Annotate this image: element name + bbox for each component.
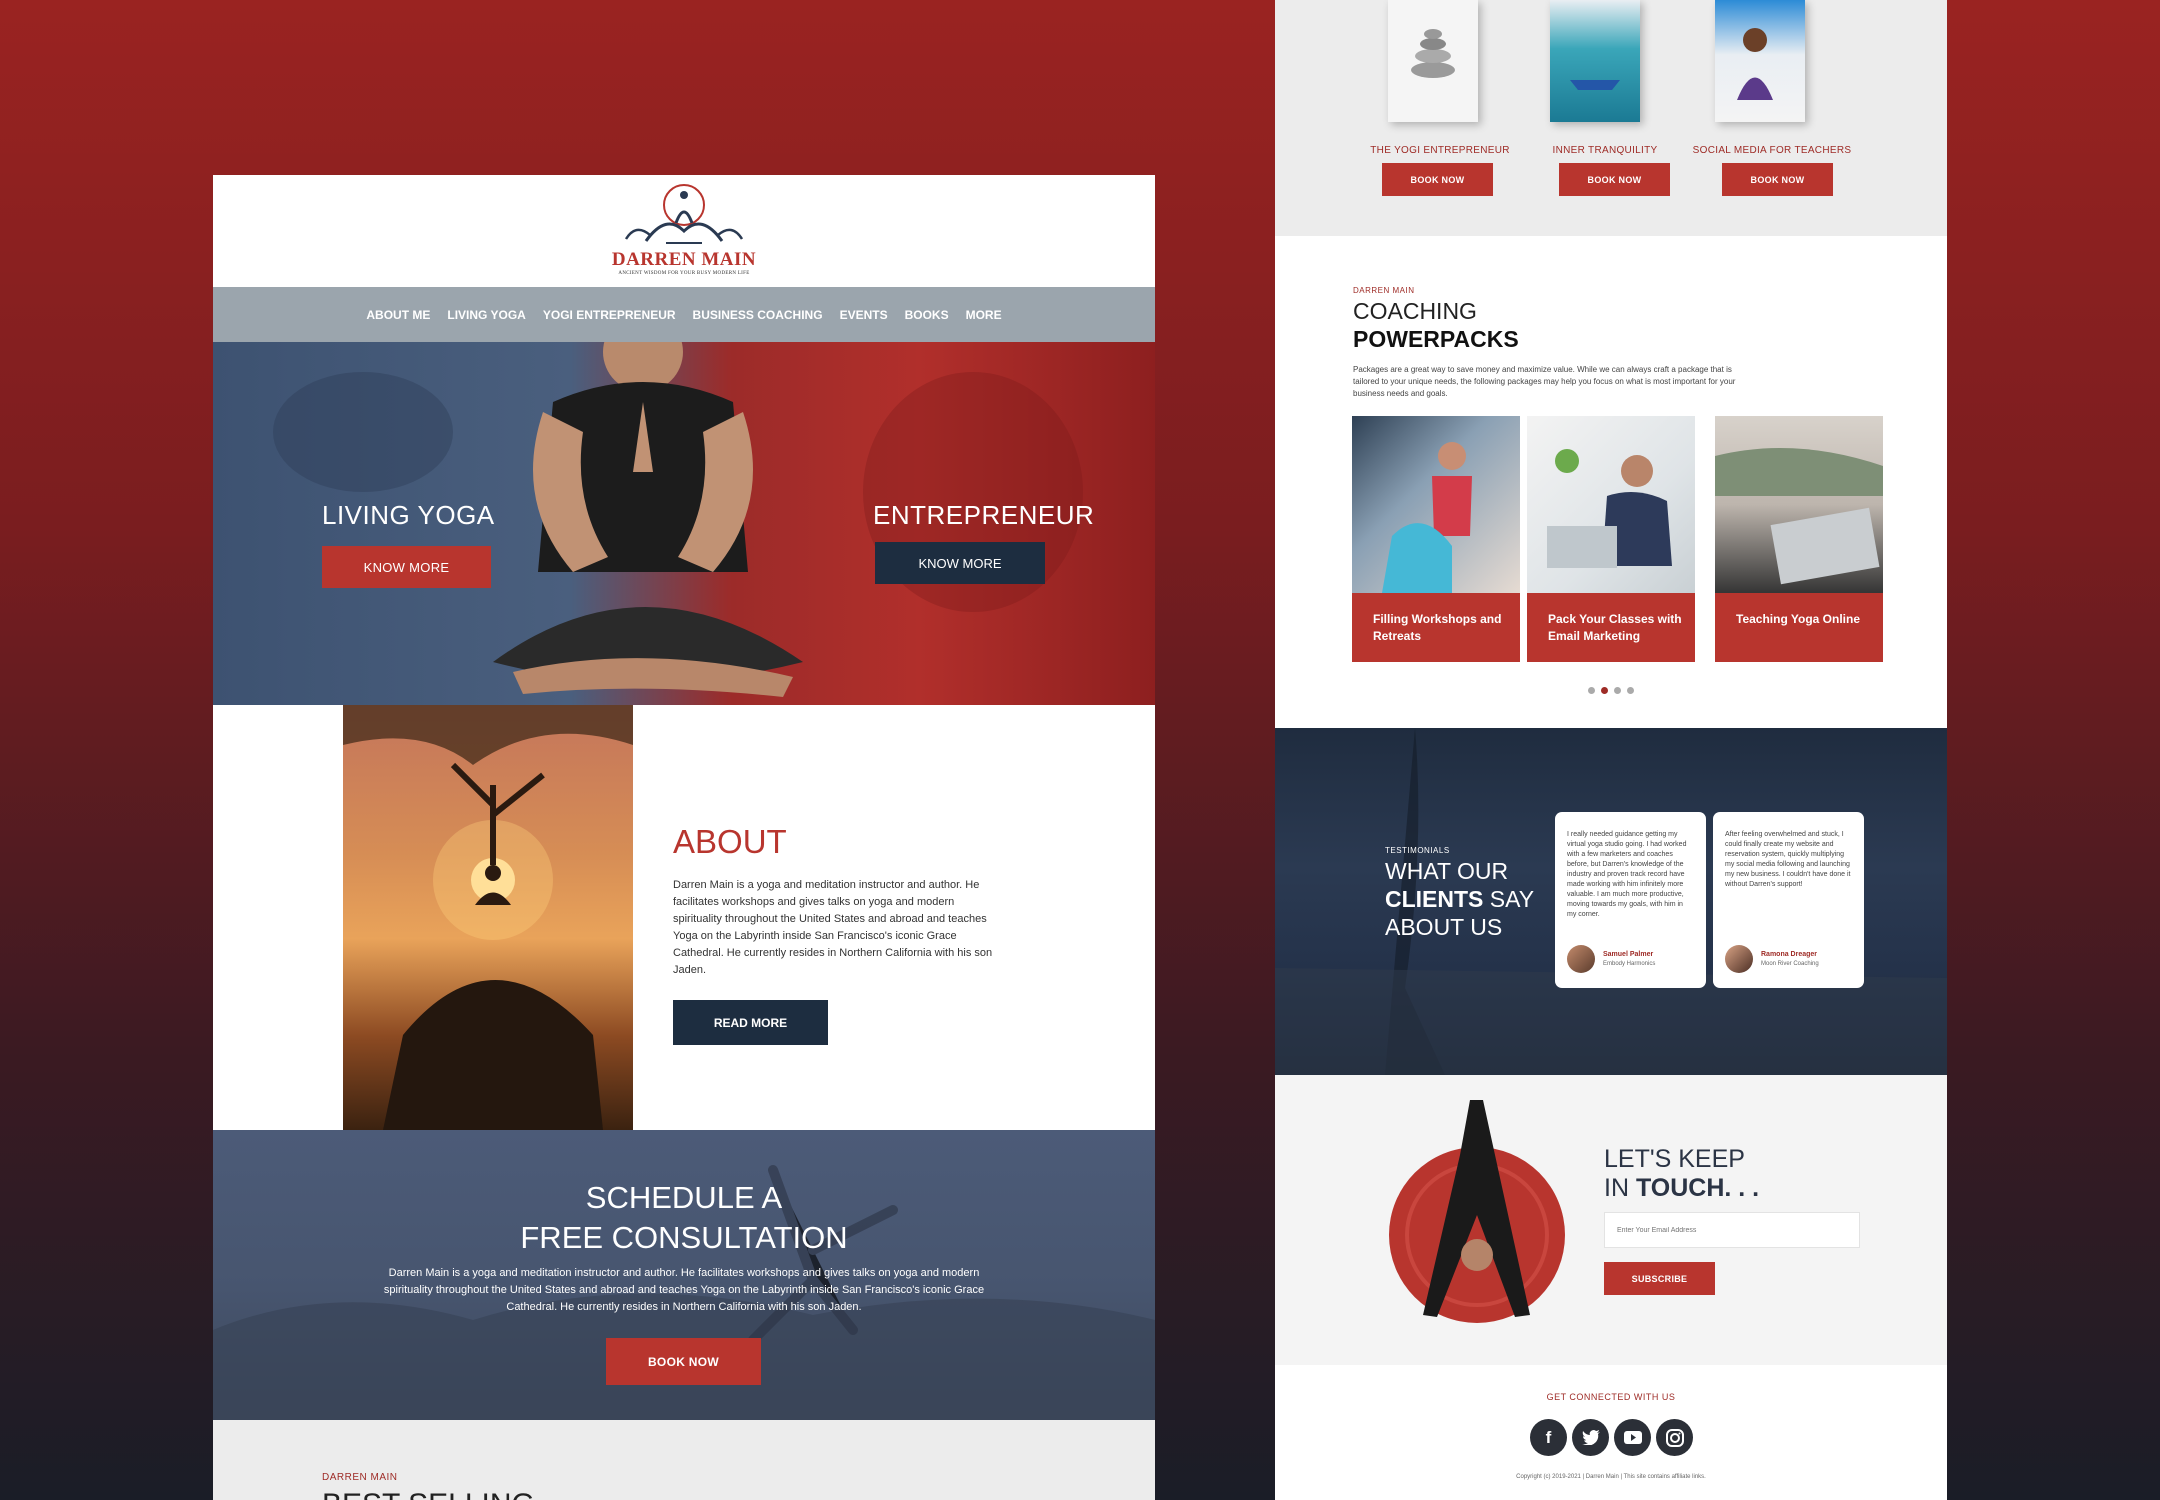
testimonials-eyebrow: TESTIMONIALS xyxy=(1385,846,1450,855)
yoga-pose-circle-image xyxy=(1389,1100,1565,1323)
consultation-section: SCHEDULE A FREE CONSULTATION Darren Main… xyxy=(213,1130,1155,1420)
site-header: DARREN MAIN ANCIENT WISDOM FOR YOUR BUSY… xyxy=(213,175,1155,287)
consultation-title-line1: SCHEDULE A xyxy=(585,1180,783,1215)
newsletter-title-line1: LET'S KEEP xyxy=(1604,1145,1745,1173)
testimonials-title-line1: WHAT OUR xyxy=(1385,858,1509,884)
best-selling-title: BEST SELLING xyxy=(322,1488,535,1500)
entrepreneur-know-more-button[interactable]: KNOW MORE xyxy=(875,542,1045,584)
coaching-section: DARREN MAIN COACHING POWERPACKS Packages… xyxy=(1275,236,1947,728)
best-selling-eyebrow: DARREN MAIN xyxy=(322,1472,398,1483)
consultation-book-now-button[interactable]: BOOK NOW xyxy=(606,1338,761,1385)
testimonial-company: Embody Harmonics xyxy=(1603,961,1656,967)
consultation-title-line2: FREE CONSULTATION xyxy=(520,1220,848,1255)
footer-heading: GET CONNECTED WITH US xyxy=(1546,1392,1676,1402)
main-nav: ABOUT ME LIVING YOGA YOGI ENTREPRENEUR B… xyxy=(213,287,1155,342)
carousel-dot[interactable] xyxy=(1588,687,1595,694)
nav-item-business-coaching[interactable]: BUSINESS COACHING xyxy=(693,308,823,322)
book-label-social-media: SOCIAL MEDIA FOR TEACHERS xyxy=(1692,145,1852,156)
carousel-dot[interactable] xyxy=(1627,687,1634,694)
testimonial-company: Moon River Coaching xyxy=(1761,961,1819,967)
logo-tagline: ANCIENT WISDOM FOR YOUR BUSY MODERN LIFE xyxy=(618,271,750,276)
newsletter-title-line2: IN TOUCH. . . xyxy=(1604,1174,1759,1203)
coaching-card-caption: Filling Workshops and Retreats xyxy=(1352,593,1520,662)
about-text: Darren Main is a yoga and meditation ins… xyxy=(673,879,993,976)
book-cover-yogi-entrepreneur[interactable] xyxy=(1388,0,1478,122)
carousel-dot[interactable] xyxy=(1614,687,1621,694)
logo-name: DARREN MAIN xyxy=(611,249,757,270)
teaching-online-image xyxy=(1715,416,1883,593)
subscribe-button[interactable]: SUBSCRIBE xyxy=(1604,1262,1715,1295)
consultation-text: Darren Main is a yoga and meditation ins… xyxy=(383,1267,985,1313)
nav-item-events[interactable]: EVENTS xyxy=(840,308,888,322)
testimonial-avatar xyxy=(1725,945,1753,973)
read-more-button[interactable]: READ MORE xyxy=(673,1000,828,1045)
coaching-eyebrow: DARREN MAIN xyxy=(1353,286,1415,295)
lotus-logo-icon xyxy=(624,184,744,244)
coaching-text: Packages are a great way to save money a… xyxy=(1353,365,1736,398)
book-label-inner-tranquility: INNER TRANQUILITY xyxy=(1552,145,1658,156)
book-label-yogi-entrepreneur: THE YOGI ENTREPRENEUR xyxy=(1370,145,1510,156)
testimonial-card: I really needed guidance getting my virt… xyxy=(1555,812,1706,988)
coaching-card-workshops[interactable]: Filling Workshops and Retreats xyxy=(1352,416,1520,662)
nav-item-yogi-entrepreneur[interactable]: YOGI ENTREPRENEUR xyxy=(543,308,676,322)
coaching-card-caption: Teaching Yoga Online xyxy=(1715,593,1883,662)
homepage-preview: DARREN MAIN ANCIENT WISDOM FOR YOUR BUSY… xyxy=(213,175,1155,1500)
testimonial-quote: After feeling overwhelmed and stuck, I c… xyxy=(1725,831,1851,888)
newsletter-section: LET'S KEEP IN TOUCH. . . SUBSCRIBE xyxy=(1275,1075,1947,1365)
facebook-icon[interactable]: f xyxy=(1530,1419,1567,1456)
about-title: ABOUT xyxy=(673,823,787,860)
testimonials-title-line2-rest: SAY xyxy=(1483,886,1535,912)
hero-entrepreneur-title: ENTREPRENEUR xyxy=(873,500,1095,530)
newsletter-title: LET'S KEEP IN TOUCH. . . xyxy=(1604,1145,1759,1203)
testimonial-quote: I really needed guidance getting my virt… xyxy=(1567,831,1687,918)
newsletter-title-in: IN xyxy=(1604,1174,1636,1202)
book-now-button-inner-tranquility[interactable]: BOOK NOW xyxy=(1559,163,1670,196)
site-logo[interactable]: DARREN MAIN ANCIENT WISDOM FOR YOUR BUSY… xyxy=(606,183,762,279)
testimonials-title-line3: ABOUT US xyxy=(1385,914,1503,940)
book-now-button-social-media[interactable]: BOOK NOW xyxy=(1722,163,1833,196)
book-now-button-yogi-entrepreneur[interactable]: BOOK NOW xyxy=(1382,163,1493,196)
email-marketing-image xyxy=(1527,416,1695,593)
site-footer: GET CONNECTED WITH US f Copyright (c) 20… xyxy=(1275,1365,1947,1500)
workshops-image xyxy=(1352,416,1520,593)
living-yoga-know-more-button[interactable]: KNOW MORE xyxy=(322,546,491,588)
nav-item-about-me[interactable]: ABOUT ME xyxy=(366,308,430,322)
hero-living-yoga-title: LIVING YOGA xyxy=(322,500,495,530)
testimonials-title-line2: CLIENTS SAY xyxy=(1385,885,1534,913)
email-input[interactable] xyxy=(1604,1212,1860,1248)
nav-item-living-yoga[interactable]: LIVING YOGA xyxy=(447,308,525,322)
newsletter-title-bold: TOUCH. . . xyxy=(1635,1174,1760,1202)
nav-item-more[interactable]: MORE xyxy=(966,308,1002,322)
nav-item-books[interactable]: BOOKS xyxy=(905,308,949,322)
testimonials-title: WHAT OUR CLIENTS SAY ABOUT US xyxy=(1385,857,1534,941)
about-section: ABOUT Darren Main is a yoga and meditati… xyxy=(213,705,1155,1130)
books-section: THE YOGI ENTREPRENEUR INNER TRANQUILITY … xyxy=(1275,0,1947,236)
testimonials-title-bold: CLIENTS xyxy=(1385,886,1484,912)
coaching-title-line2: POWERPACKS xyxy=(1353,326,1519,352)
best-selling-section: DARREN MAIN BEST SELLING xyxy=(213,1420,1155,1500)
inner-page-preview: THE YOGI ENTREPRENEUR INNER TRANQUILITY … xyxy=(1275,0,1947,1500)
copyright-text: Copyright (c) 2019-2021 | Darren Main | … xyxy=(1516,1474,1706,1480)
consultation-title: SCHEDULE A FREE CONSULTATION xyxy=(213,1178,1155,1258)
coaching-title-line1: COACHING xyxy=(1353,298,1477,324)
coaching-card-caption: Pack Your Classes with Email Marketing xyxy=(1527,593,1695,662)
twitter-icon[interactable] xyxy=(1572,1419,1609,1456)
coaching-card-teaching-online[interactable]: Teaching Yoga Online xyxy=(1715,416,1883,662)
instagram-icon[interactable] xyxy=(1656,1419,1693,1456)
carousel-dot-active[interactable] xyxy=(1601,687,1608,694)
book-cover-inner-tranquility[interactable] xyxy=(1550,0,1640,122)
coaching-card-email-marketing[interactable]: Pack Your Classes with Email Marketing xyxy=(1527,416,1695,662)
hero-banner: LIVING YOGA KNOW MORE ENTREPRENEUR KNOW … xyxy=(213,342,1155,705)
youtube-icon[interactable] xyxy=(1614,1419,1651,1456)
testimonials-section: TESTIMONIALS WHAT OUR CLIENTS SAY ABOUT … xyxy=(1275,728,1947,1075)
testimonial-card: After feeling overwhelmed and stuck, I c… xyxy=(1713,812,1864,988)
testimonial-avatar xyxy=(1567,945,1595,973)
book-cover-social-media-for-teachers[interactable] xyxy=(1715,0,1805,122)
about-meditation-image xyxy=(343,705,633,1130)
